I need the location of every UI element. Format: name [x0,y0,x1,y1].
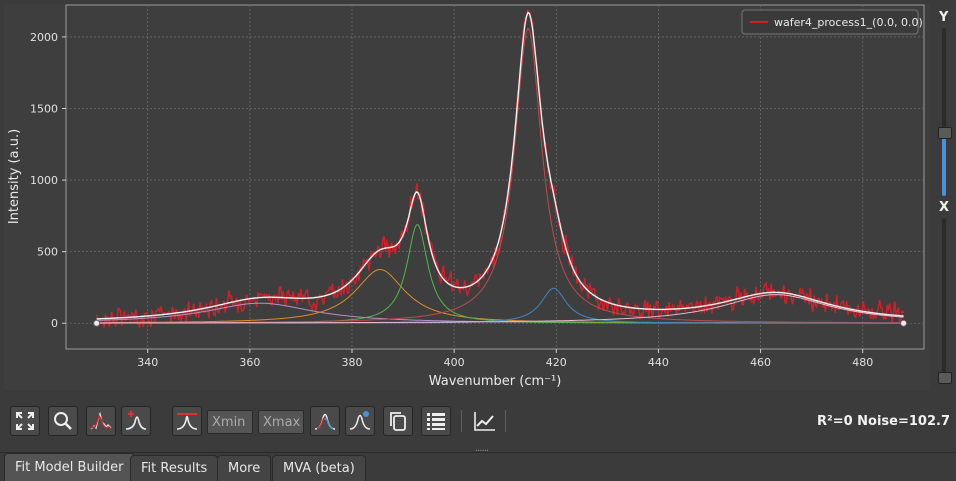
peak-dot-icon [349,411,371,430]
copy-button[interactable] [383,406,413,436]
slider-y-label: Y [939,10,949,25]
baseline-point[interactable] [900,319,908,327]
y-tick-label: 1500 [30,103,58,116]
y-tick-label: 2000 [30,31,58,44]
y-slider-fill [942,138,946,196]
spectrum-plot-area[interactable]: 0 500 1000 1500 2000 340 360 380 400 420 440 460 480… [4,4,930,390]
x-tick-label: 360 [239,356,260,369]
stats-chart-button[interactable] [470,406,500,436]
measured-spectrum-line [95,9,905,329]
toolbar-separator-2 [505,410,506,432]
plot-toolbar: Xmin Xmax R²=0 Noise=102.7 [0,402,956,442]
x-tick-label: 380 [342,356,363,369]
baseline-point[interactable] [93,319,101,327]
x-axis-label: Wavenumber (cm⁻¹) [429,374,562,389]
add-peak-icon [125,411,147,430]
copy-icon [390,412,406,431]
noisy-spectrum-icon [90,411,112,430]
expand-arrows-icon [16,412,34,430]
peak-385-component [96,269,904,324]
raw-spectrum-button[interactable] [86,406,116,436]
plot-frame [65,4,925,350]
y-slider-handle[interactable] [938,127,952,139]
x-tick-label: 480 [852,356,873,369]
y-slider-track[interactable] [942,28,946,138]
zoom-button[interactable] [48,406,78,436]
x-tick-label: 420 [546,356,567,369]
y-tick-label: 500 [37,246,58,259]
tab-fit-results[interactable]: Fit Results [130,455,219,481]
peak-414-component [96,27,904,324]
baseline-peak-icon [176,413,198,430]
tab-mva-beta[interactable]: MVA (beta) [272,455,366,481]
peak-list-button[interactable] [421,406,451,436]
fit-stats-readout: R²=0 Noise=102.7 [816,414,950,429]
x-tick-label: 460 [750,356,771,369]
x-tick-label: 440 [648,356,669,369]
list-icon [427,413,445,430]
x-tick-label: 340 [137,356,158,369]
colored-peaks-icon [314,413,336,430]
xmin-field[interactable]: Xmin [207,410,253,434]
spectrum-chart[interactable]: 0 500 1000 1500 2000 340 360 380 400 420 440 460 480… [4,4,930,390]
tab-more[interactable]: More [217,455,272,481]
tab-fit-model-builder[interactable]: Fit Model Builder [4,453,135,481]
trend-chart-icon [474,412,495,431]
fit-all-button[interactable] [345,406,375,436]
bottom-tab-bar: Fit Model Builder Fit Results More MVA (… [0,452,956,481]
fit-total-line [96,11,904,320]
add-peak-button[interactable] [121,406,151,436]
x-slider-handle[interactable] [938,372,952,384]
y-tick-label: 0 [51,317,58,330]
x-tick-label: 400 [444,356,465,369]
fit-button[interactable] [310,406,340,436]
x-slider-track[interactable] [942,218,946,378]
y-tick-label: 1000 [30,174,58,187]
toolbar-separator [461,410,462,432]
magnifier-icon [54,412,72,430]
xy-zoom-slider[interactable]: Y X [933,4,955,390]
slider-x-label: X [939,200,950,215]
y-axis-label: Intensity (a.u.) [7,129,22,224]
xmax-field[interactable]: Xmax [258,410,304,434]
fit-view-button[interactable] [10,406,40,436]
legend-label: wafer4_process1_(0.0, 0.0) [774,16,923,29]
baseline-button[interactable] [172,406,202,436]
